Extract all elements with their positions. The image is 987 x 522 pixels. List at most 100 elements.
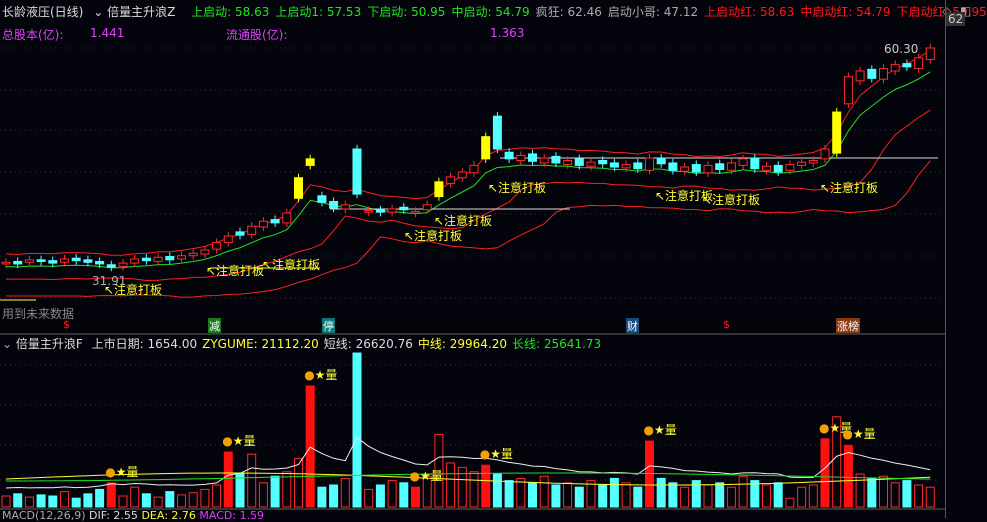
candle-body [656, 157, 666, 165]
volume-header: ⌄ 倍量主升浪F 上市日期: 1654.00 ZYGUME: 21112.20 短线… [2, 335, 601, 352]
event-tag[interactable]: 涨榜 [836, 318, 860, 334]
candle-body [715, 163, 725, 171]
volume-bar [890, 482, 900, 508]
candle-body [13, 260, 23, 265]
double-volume-marker: ●★量 [842, 427, 876, 442]
candle-body [516, 155, 526, 161]
volume-bar [212, 484, 222, 508]
attention-note: ↖注意打板 [404, 229, 463, 243]
volume-bar [773, 482, 783, 508]
header-value: 下启动: 50.95 [367, 5, 446, 19]
candle-body [645, 157, 654, 171]
candle-body [633, 162, 643, 170]
candle-body [294, 177, 303, 199]
volume-indicator-selector[interactable]: ⌄ [2, 337, 16, 351]
candle-body [188, 252, 198, 257]
high-price-marker: 60.30 [884, 42, 919, 56]
float-shares-value: 1.363 [490, 26, 525, 40]
candle-body [609, 162, 619, 168]
volume-header-value: 短线: 26620.76 [323, 337, 413, 351]
candle-body [832, 111, 842, 154]
volume-bar [223, 451, 233, 508]
volume-bar [574, 486, 584, 508]
event-tag[interactable]: 减 [208, 318, 221, 334]
volume-bar [1, 495, 11, 508]
double-volume-marker: ●★量 [222, 434, 256, 448]
header-value: 疯狂: 62.46 [535, 5, 602, 19]
candle-body [434, 181, 444, 198]
macd-dea: DEA: 2.76 [141, 509, 196, 522]
candle-body [914, 57, 924, 70]
volume-bar [633, 486, 643, 508]
volume-bar [528, 482, 537, 508]
volume-bar [551, 484, 561, 508]
candle-body [95, 260, 105, 265]
event-tag[interactable]: 停 [322, 318, 335, 334]
volume-bar [200, 488, 210, 508]
volume-bar [609, 477, 619, 508]
volume-bar [177, 494, 186, 508]
candle-body [48, 260, 58, 264]
volume-header-value: 上市日期: 1654.00 [91, 337, 198, 351]
candle-body [691, 164, 701, 173]
candle-body [773, 164, 783, 173]
volume-bar [118, 495, 128, 508]
candle-body [762, 165, 771, 171]
candle-body [528, 153, 537, 162]
candle-body [785, 164, 795, 171]
float-shares-label: 流通股(亿): [226, 28, 288, 42]
chart-header: 长龄液压(日线) ⌄ 倍量主升浪Z 上启动: 58.63 上启动1: 57.53 下… [2, 3, 987, 20]
candle-body [411, 210, 420, 214]
volume-bar [469, 471, 479, 508]
double-volume-marker: ●★量 [105, 464, 139, 479]
volume-bar [914, 484, 924, 508]
volume-bar [738, 475, 748, 508]
candle-body [797, 161, 807, 166]
candle-body [258, 220, 268, 228]
event-tag[interactable]: $ [722, 318, 731, 331]
candle-body [504, 151, 514, 160]
kline-chart[interactable] [0, 0, 945, 518]
volume-bar [375, 484, 385, 508]
candle-body [1, 261, 11, 265]
header-value: 中启动: 54.79 [451, 5, 530, 19]
total-shares-label: 总股本(亿): [2, 28, 64, 42]
candle-body [668, 162, 678, 171]
candle-body [153, 256, 163, 262]
candle-body [200, 249, 210, 255]
candle-body [60, 258, 69, 263]
event-tag[interactable]: 财 [626, 318, 639, 334]
volume-bar [762, 484, 771, 508]
candle-body [726, 162, 736, 171]
macd-dif: DIF: 2.55 [89, 509, 138, 522]
candle-body [212, 242, 222, 250]
volume-header-value: 长线: 25641.73 [512, 337, 602, 351]
volume-bar [71, 497, 81, 508]
volume-bar [48, 495, 58, 508]
candle-body [820, 148, 830, 160]
volume-bar [13, 493, 23, 508]
candle-body [130, 258, 140, 264]
indicator-selector[interactable]: ⌄ 倍量主升浪Z [93, 5, 181, 19]
attention-note: ↖注意打板 [702, 193, 761, 207]
volume-bar [36, 494, 46, 508]
candle-body [598, 159, 608, 165]
price-axis [945, 0, 987, 518]
candle-body [387, 208, 397, 213]
volume-bar [668, 482, 678, 508]
event-tag[interactable]: $ [62, 318, 71, 331]
candle-body [375, 209, 385, 213]
volume-bar [925, 486, 935, 508]
candle-body [36, 259, 46, 262]
double-volume-marker: ●★量 [409, 469, 443, 484]
macd-value: MACD: 1.59 [199, 509, 265, 522]
volume-bar [715, 482, 725, 508]
volume-bar [808, 484, 818, 508]
volume-bar [446, 462, 456, 508]
volume-bar [703, 484, 713, 508]
volume-bar [879, 475, 888, 508]
candle-body [106, 264, 116, 268]
total-shares-value: 1.441 [90, 26, 125, 40]
candle-body [223, 235, 233, 244]
volume-bar [247, 453, 257, 508]
